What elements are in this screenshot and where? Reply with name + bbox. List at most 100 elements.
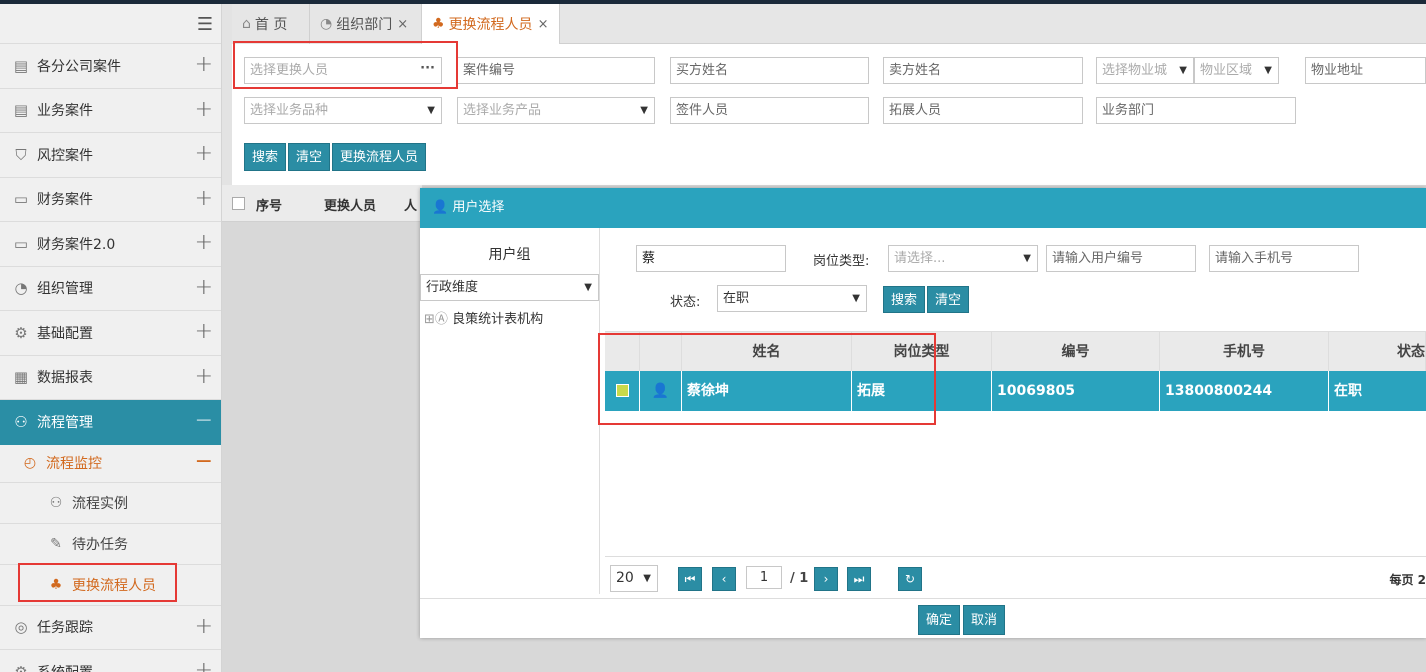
dialog-search-button[interactable]: 搜索: [883, 286, 926, 313]
clipboard-list-icon: ▤: [13, 101, 29, 120]
property-city-select[interactable]: 选择物业城 ▼: [1096, 57, 1194, 84]
sidebar-item-change-process-person[interactable]: ♣ 更换流程人员: [0, 565, 221, 606]
property-area-select[interactable]: 物业区域 ▼: [1194, 57, 1279, 84]
name-search-input[interactable]: 蔡: [636, 245, 786, 272]
status-select[interactable]: 在职 ▼: [717, 285, 867, 312]
expand-icon[interactable]: +: [195, 230, 213, 255]
page-number-input[interactable]: 1: [746, 566, 782, 589]
ticket-icon: ▭: [13, 234, 29, 253]
cancel-button[interactable]: 取消: [963, 605, 1006, 635]
page-size-select[interactable]: 20 ▼: [610, 565, 658, 592]
tab-home[interactable]: ⌂ 首 页: [232, 4, 310, 44]
next-page-icon[interactable]: ›: [814, 567, 838, 591]
collapse-icon[interactable]: −: [195, 449, 213, 474]
position-type-select[interactable]: 请选择... ▼: [888, 245, 1038, 272]
sidebar-item-risk-cases[interactable]: ⛉ 风控案件 +: [0, 133, 221, 178]
field-placeholder: 选择业务品种: [250, 103, 329, 118]
sidebar-subgroup-process-monitor[interactable]: ◴ 流程监控 −: [0, 445, 221, 483]
buyer-name-input[interactable]: 买方姓名: [670, 57, 869, 84]
collapse-icon[interactable]: −: [195, 408, 213, 433]
grid-header: 序号 更换人员 人: [222, 185, 422, 222]
select-person-field[interactable]: 选择更换人员 ···: [244, 57, 442, 84]
phone-input[interactable]: 请输入手机号: [1209, 245, 1359, 272]
row-checkbox-cell[interactable]: [605, 371, 640, 411]
status-label: 状态:: [670, 295, 701, 310]
change-person-button[interactable]: 更换流程人员: [332, 143, 427, 171]
expand-icon[interactable]: +: [195, 658, 213, 672]
clear-button[interactable]: 清空: [288, 143, 331, 171]
flow-icon: ⚇: [14, 413, 28, 432]
business-type-select[interactable]: 选择业务品种 ▼: [244, 97, 442, 124]
prev-page-icon[interactable]: ‹: [712, 567, 736, 591]
close-icon[interactable]: ×: [538, 17, 549, 32]
dialog-clear-button[interactable]: 清空: [927, 286, 970, 313]
refresh-icon[interactable]: ↻: [898, 567, 922, 591]
confirm-button[interactable]: 确定: [918, 605, 961, 635]
expand-icon[interactable]: +: [195, 275, 213, 300]
expand-icon[interactable]: +: [195, 52, 213, 77]
menu-collapse-icon[interactable]: ☰: [197, 14, 213, 35]
expand-icon[interactable]: +: [195, 614, 213, 639]
sidebar-item-task-tracking[interactable]: ◎ 任务跟踪 +: [0, 606, 221, 650]
expand-icon[interactable]: +: [195, 141, 213, 166]
sidebar-item-todo-tasks[interactable]: ✎ 待办任务: [0, 524, 221, 565]
sidebar-item-process-management[interactable]: ⚇ 流程管理 −: [0, 400, 221, 445]
wallet-icon: ▭: [13, 190, 29, 209]
column-header-position[interactable]: 岗位类型: [852, 332, 992, 372]
expand-icon[interactable]: +: [195, 186, 213, 211]
expand-icon[interactable]: +: [195, 97, 213, 122]
select-value: 行政维度: [426, 280, 479, 295]
tab-change-process-person[interactable]: ♣ 更换流程人员 ×: [422, 4, 560, 44]
dimension-select[interactable]: 行政维度 ▼: [420, 274, 599, 301]
search-button[interactable]: 搜索: [244, 143, 287, 171]
panel-title: 用户组: [488, 247, 531, 263]
sidebar-item-label: 流程管理: [37, 415, 93, 432]
business-dept-input[interactable]: 业务部门: [1096, 97, 1296, 124]
sidebar-item-system-config[interactable]: ⚙ 系统配置 +: [0, 650, 221, 672]
business-product-select[interactable]: 选择业务产品 ▼: [457, 97, 655, 124]
input-placeholder: 请输入用户编号: [1052, 251, 1144, 266]
more-icon[interactable]: ···: [420, 58, 435, 81]
close-icon[interactable]: ×: [397, 17, 408, 32]
sidebar-item-data-report[interactable]: ▦ 数据报表 +: [0, 356, 221, 400]
table-row[interactable]: 👤 蔡徐坤 拓展 10069805 13800800244 在职: [605, 371, 1426, 411]
column-header-number[interactable]: 编号: [992, 332, 1160, 372]
column-header-name[interactable]: 姓名: [682, 332, 852, 372]
signer-input[interactable]: 签件人员: [670, 97, 869, 124]
case-number-input[interactable]: 案件编号: [457, 57, 655, 84]
select-all-checkbox[interactable]: [232, 197, 245, 210]
sidebar-item-process-instance[interactable]: ⚇ 流程实例: [0, 483, 221, 524]
tab-org-department[interactable]: ◔ 组织部门 ×: [310, 4, 422, 44]
field-placeholder: 选择更换人员: [250, 63, 329, 78]
sidebar-item-business-cases[interactable]: ▤ 业务案件 +: [0, 89, 221, 133]
sidebar-item-label: 各分公司案件: [37, 58, 121, 75]
expander-input[interactable]: 拓展人员: [883, 97, 1083, 124]
column-header-phone[interactable]: 手机号: [1160, 332, 1329, 372]
last-page-icon[interactable]: ⏭: [847, 567, 871, 591]
sidebar-item-org-management[interactable]: ◔ 组织管理 +: [0, 267, 221, 311]
sidebar-item-finance-cases[interactable]: ▭ 财务案件 +: [0, 178, 221, 222]
row-checkbox[interactable]: [616, 384, 629, 397]
sidebar-item-branch-cases[interactable]: ▤ 各分公司案件 +: [0, 44, 221, 89]
home-icon: ⌂: [242, 16, 251, 32]
select-value: 在职: [723, 291, 750, 306]
expand-icon[interactable]: +: [195, 364, 213, 389]
user-icon: 👤: [432, 200, 449, 215]
sidebar-item-base-config[interactable]: ⚙ 基础配置 +: [0, 311, 221, 356]
tree-node-root[interactable]: ⊞Ⓐ 良策统计表机构: [424, 308, 543, 327]
clipboard-icon: ▤: [13, 56, 29, 75]
chevron-down-icon: ▼: [427, 105, 435, 116]
user-number-input[interactable]: 请输入用户编号: [1046, 245, 1196, 272]
sidebar-item-finance-cases-2[interactable]: ▭ 财务案件2.0 +: [0, 222, 221, 267]
checkbox-column: [605, 332, 640, 372]
seller-name-input[interactable]: 卖方姓名: [883, 57, 1083, 84]
sidebar-toggle[interactable]: ☰: [0, 4, 221, 44]
column-header: 更换人员: [324, 199, 377, 214]
expand-icon[interactable]: +: [195, 319, 213, 344]
tree-expand-icon[interactable]: ⊞: [424, 312, 435, 327]
column-header-status[interactable]: 状态: [1329, 332, 1426, 372]
sidebar-item-label: 任务跟踪: [37, 620, 93, 637]
property-address-input[interactable]: 物业地址: [1305, 57, 1426, 84]
first-page-icon[interactable]: ⏮: [678, 567, 702, 591]
user-select-dialog: 👤 用户选择 用户组 行政维度 ▼ ⊞Ⓐ 良策统计表机构 蔡 岗位类型: 请选择.…: [420, 188, 1426, 638]
